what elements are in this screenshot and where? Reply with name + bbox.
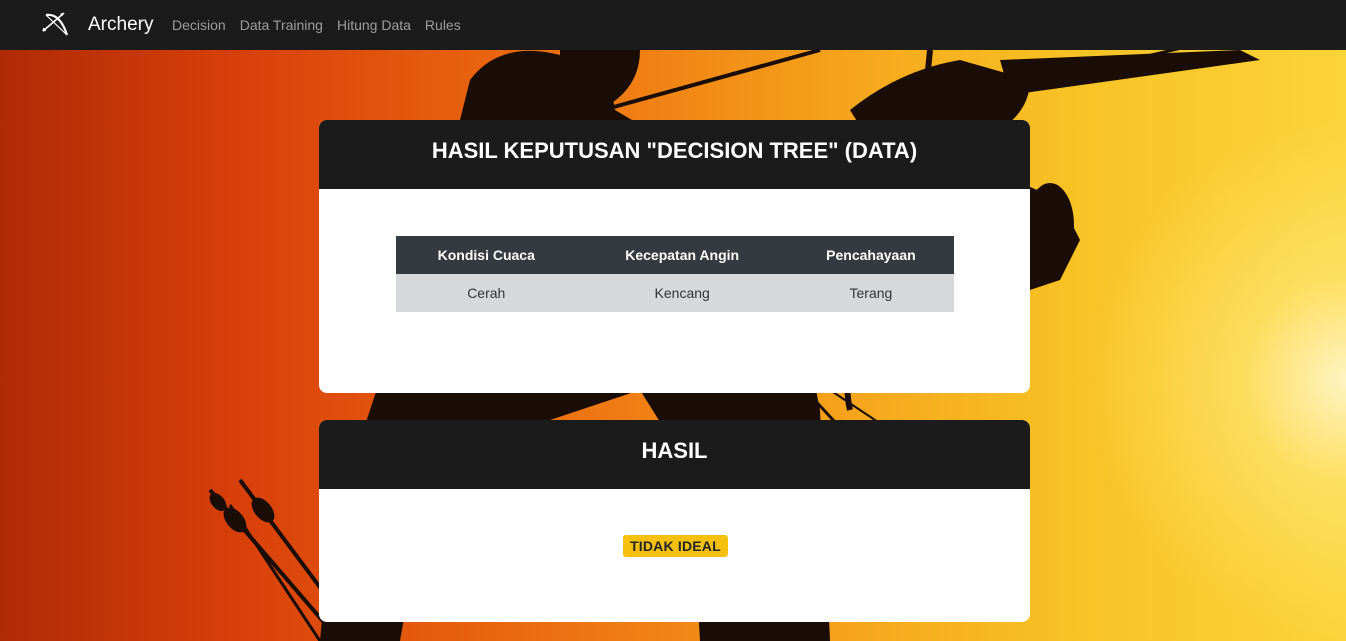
- column-header-kondisi-cuaca: Kondisi Cuaca: [396, 236, 577, 274]
- nav-link-rules[interactable]: Rules: [425, 15, 461, 35]
- result-card-title: HASIL: [319, 420, 1030, 489]
- final-result-card: HASIL TIDAK IDEAL: [319, 420, 1030, 622]
- table-header-row: Kondisi Cuaca Kecepatan Angin Pencahayaa…: [396, 236, 954, 274]
- table-cell: Terang: [787, 274, 954, 312]
- nav-link-hitung-data[interactable]: Hitung Data: [337, 15, 411, 35]
- bow-and-arrow-icon[interactable]: [40, 9, 72, 41]
- column-header-pencahayaan: Pencahayaan: [787, 236, 954, 274]
- table-cell: Kencang: [576, 274, 788, 312]
- decision-result-card: HASIL KEPUTUSAN "DECISION TREE" (DATA) K…: [319, 120, 1030, 393]
- navbar: Archery Decision Data Training Hitung Da…: [0, 0, 1346, 50]
- decision-data-table: Kondisi Cuaca Kecepatan Angin Pencahayaa…: [396, 236, 954, 312]
- table-cell: Cerah: [396, 274, 577, 312]
- table-row: Cerah Kencang Terang: [396, 274, 954, 312]
- column-header-kecepatan-angin: Kecepatan Angin: [576, 236, 788, 274]
- nav-links: Decision Data Training Hitung Data Rules: [172, 15, 475, 35]
- nav-link-decision[interactable]: Decision: [172, 15, 226, 35]
- result-status-badge: TIDAK IDEAL: [623, 535, 728, 557]
- nav-link-data-training[interactable]: Data Training: [240, 15, 323, 35]
- brand-link[interactable]: Archery: [88, 13, 153, 37]
- decision-card-title: HASIL KEPUTUSAN "DECISION TREE" (DATA): [319, 120, 1030, 189]
